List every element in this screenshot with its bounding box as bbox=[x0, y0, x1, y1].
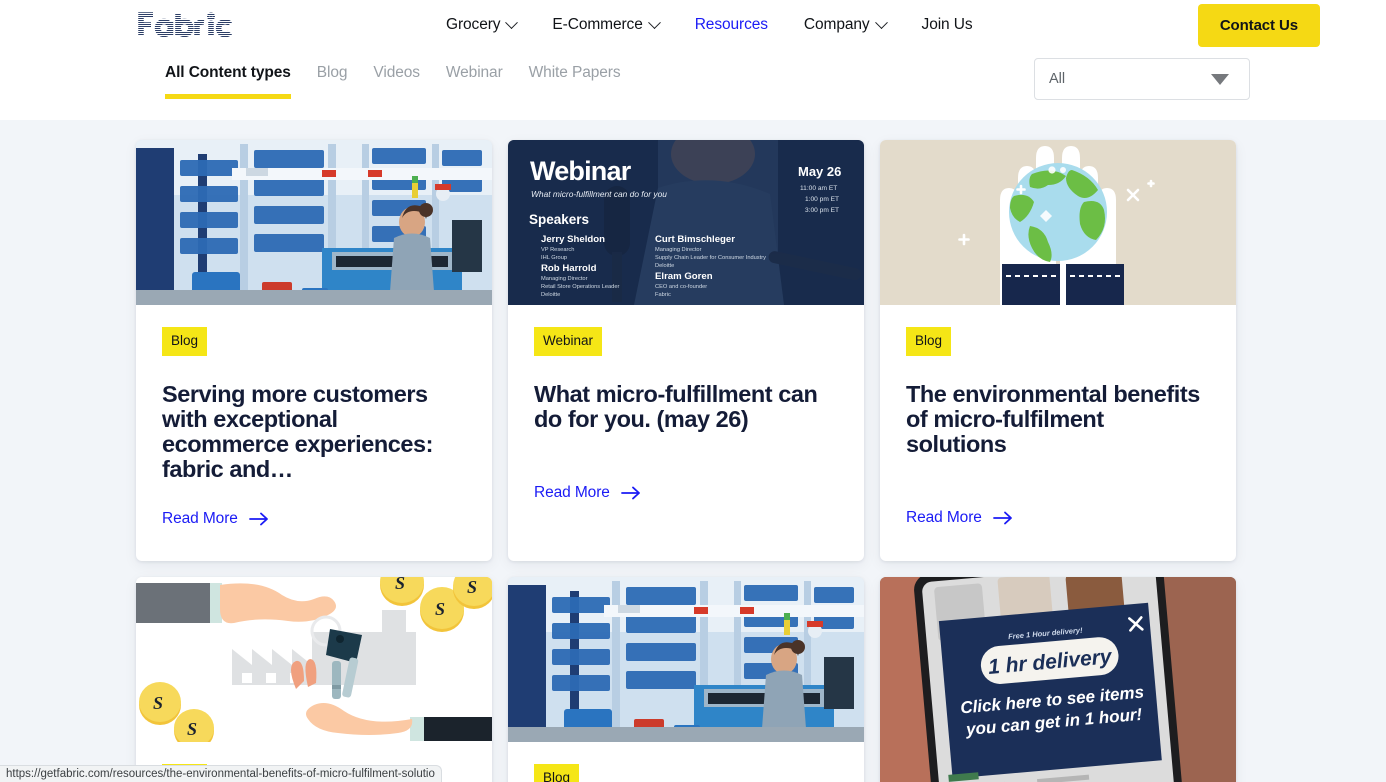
svg-text:3:00 pm ET: 3:00 pm ET bbox=[805, 207, 839, 214]
nav-label: Join Us bbox=[921, 16, 973, 33]
svg-text:Fabric: Fabric bbox=[655, 292, 671, 298]
nav-item-company[interactable]: Company bbox=[803, 15, 888, 34]
svg-text:Curt Bimschleger: Curt Bimschleger bbox=[655, 234, 735, 245]
tab-videos[interactable]: Videos bbox=[373, 64, 420, 104]
nav-label: E-Commerce bbox=[552, 16, 643, 33]
resource-card-video[interactable]: Free 1 Hour delivery! 1 hr delivery Clic… bbox=[880, 576, 1236, 782]
nav-label: Company bbox=[803, 16, 870, 33]
nav-item-resources[interactable]: Resources bbox=[695, 16, 768, 34]
card-body: Blog The environmental benefits of micro… bbox=[880, 305, 1236, 561]
contact-us-button[interactable]: Contact Us bbox=[1197, 4, 1320, 47]
site-header: Grocery E-Commerce Resources Company Joi… bbox=[0, 0, 1386, 50]
read-more-link[interactable]: Read More bbox=[906, 509, 1013, 527]
arrow-right-icon bbox=[620, 486, 640, 500]
svg-text:S: S bbox=[153, 693, 163, 713]
tab-white-papers[interactable]: White Papers bbox=[529, 64, 621, 104]
nav-label: Resources bbox=[694, 16, 768, 33]
card-media bbox=[136, 140, 492, 305]
nav-item-grocery[interactable]: Grocery bbox=[446, 15, 519, 34]
svg-text:VP Research: VP Research bbox=[541, 247, 574, 253]
resource-card[interactable]: Webinar What micro-fulfillment can do fo… bbox=[508, 140, 864, 561]
card-title: What micro-fulfillment can do for you. (… bbox=[534, 380, 818, 432]
browser-status-bar: https://getfabric.com/resources/the-envi… bbox=[0, 765, 442, 782]
svg-text:Elram Goren: Elram Goren bbox=[655, 271, 713, 282]
svg-text:S: S bbox=[395, 577, 405, 593]
card-badge: Blog bbox=[162, 327, 208, 356]
card-media bbox=[508, 576, 864, 742]
svg-text:Webinar: Webinar bbox=[530, 156, 632, 186]
chevron-down-icon bbox=[647, 15, 661, 29]
resource-card-grid: Blog Serving more customers with excepti… bbox=[136, 140, 1250, 782]
resource-card[interactable]: Blog The environmental benefits of micro… bbox=[880, 140, 1236, 561]
tab-list: All Content types Blog Videos Webinar Wh… bbox=[165, 50, 621, 104]
card-badge: Blog bbox=[906, 327, 952, 356]
svg-text:Retail Store Operations Leader: Retail Store Operations Leader bbox=[541, 284, 620, 290]
arrow-right-icon bbox=[992, 511, 1012, 525]
svg-text:IHL Group: IHL Group bbox=[541, 255, 567, 261]
card-title: Serving more customers with exceptional … bbox=[162, 380, 433, 482]
svg-text:Rob Harrold: Rob Harrold bbox=[541, 263, 597, 274]
svg-text:S: S bbox=[467, 577, 477, 597]
arrow-right-icon bbox=[248, 512, 268, 526]
chevron-down-icon bbox=[874, 15, 888, 29]
svg-text:Supply Chain Leader for Consum: Supply Chain Leader for Consumer Industr… bbox=[655, 255, 766, 261]
resources-grid-container: Blog Serving more customers with excepti… bbox=[0, 120, 1386, 782]
svg-text:11:00 am ET: 11:00 am ET bbox=[800, 185, 837, 192]
svg-text:S: S bbox=[435, 599, 445, 619]
nav-item-join-us[interactable]: Join Us bbox=[922, 16, 973, 34]
status-bar-url: https://getfabric.com/resources/the-envi… bbox=[6, 768, 435, 780]
card-media: S S S S S bbox=[136, 576, 492, 742]
read-more-link[interactable]: Read More bbox=[162, 510, 269, 528]
tab-blog[interactable]: Blog bbox=[317, 64, 348, 104]
read-more-label: Read More bbox=[162, 510, 238, 528]
resource-card[interactable]: S S S S S Blog bbox=[136, 576, 492, 782]
read-more-label: Read More bbox=[906, 508, 982, 526]
svg-text:Deloitte: Deloitte bbox=[541, 292, 560, 298]
svg-text:Deloitte: Deloitte bbox=[655, 263, 674, 269]
svg-text:Managing Director: Managing Director bbox=[655, 247, 702, 253]
svg-text:CEO and co-founder: CEO and co-founder bbox=[655, 284, 707, 290]
card-title: The environmental benefits of micro-fulf… bbox=[906, 380, 1200, 457]
svg-text:Managing Director: Managing Director bbox=[541, 276, 588, 282]
card-badge: Webinar bbox=[534, 327, 603, 356]
svg-text:Jerry Sheldon: Jerry Sheldon bbox=[541, 234, 605, 245]
card-body: Blog bbox=[508, 742, 864, 782]
nav-label: Grocery bbox=[446, 16, 501, 33]
resource-card[interactable]: Blog Serving more customers with excepti… bbox=[136, 140, 492, 561]
card-media bbox=[880, 140, 1236, 305]
svg-text:S: S bbox=[187, 719, 197, 739]
nav-item-ecommerce[interactable]: E-Commerce bbox=[552, 15, 661, 34]
card-body: Blog Serving more customers with excepti… bbox=[136, 305, 492, 561]
read-more-label: Read More bbox=[534, 483, 610, 501]
chevron-down-icon bbox=[1211, 73, 1229, 85]
svg-text:What micro-fulfillment can do: What micro-fulfillment can do for you bbox=[531, 189, 667, 199]
main-navigation: Grocery E-Commerce Resources Company Joi… bbox=[446, 15, 973, 34]
card-badge: Blog bbox=[534, 763, 580, 782]
card-media: Webinar What micro-fulfillment can do fo… bbox=[508, 140, 864, 305]
chevron-down-icon bbox=[505, 15, 519, 29]
resource-card[interactable]: Blog bbox=[508, 576, 864, 782]
fabric-logo[interactable] bbox=[136, 10, 264, 40]
svg-text:May 26: May 26 bbox=[798, 164, 841, 179]
tab-webinar[interactable]: Webinar bbox=[446, 64, 503, 104]
tab-all-content-types[interactable]: All Content types bbox=[165, 64, 291, 104]
card-body: Webinar What micro-fulfillment can do fo… bbox=[508, 305, 864, 561]
svg-text:1:00 pm ET: 1:00 pm ET bbox=[805, 196, 839, 203]
read-more-link[interactable]: Read More bbox=[534, 484, 641, 502]
content-type-tabbar: All Content types Blog Videos Webinar Wh… bbox=[0, 50, 1386, 120]
svg-text:Speakers: Speakers bbox=[529, 212, 589, 227]
card-media: Free 1 Hour delivery! 1 hr delivery Clic… bbox=[880, 576, 1236, 782]
filter-selected-value: All bbox=[1049, 71, 1066, 87]
category-filter-dropdown[interactable]: All bbox=[1034, 58, 1250, 100]
